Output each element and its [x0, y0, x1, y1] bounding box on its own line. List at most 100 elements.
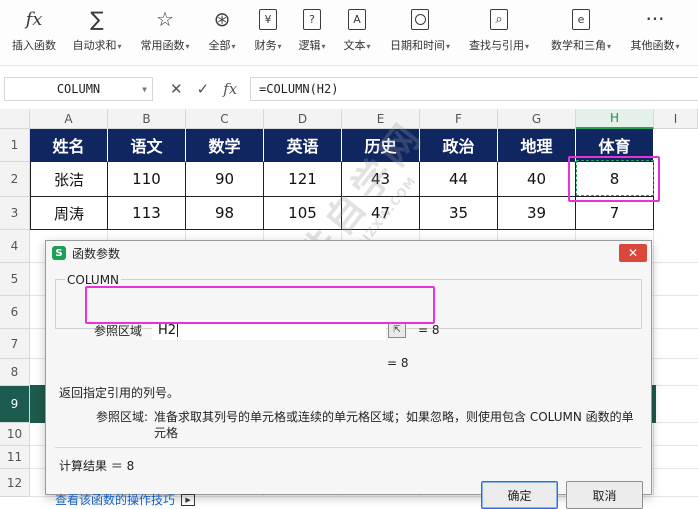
formula-result-preview: = 8 — [387, 356, 409, 370]
parameter-label: 参照区域: — [96, 410, 149, 424]
row-header-7[interactable]: 7 — [0, 329, 30, 359]
row-header-4[interactable]: 4 — [0, 230, 30, 263]
ribbon-label: 其他函数▾ — [630, 39, 680, 52]
ribbon-fx-button[interactable]: fx 插入函数 — [6, 4, 62, 62]
table-header-cell[interactable]: 英语 — [264, 129, 342, 162]
ribbon-text-a-button[interactable]: A 文本▾ — [339, 4, 375, 62]
table-header-cell[interactable]: 历史 — [342, 129, 420, 162]
highlight-box-h2 — [568, 156, 660, 202]
table-cell[interactable]: 105 — [264, 197, 342, 230]
name-box-value: COLUMN — [56, 82, 101, 96]
row-header-1[interactable]: 1 — [0, 129, 30, 162]
collapse-dialog-icon[interactable]: ⇱ — [388, 322, 406, 338]
row-header-8[interactable]: 8 — [0, 359, 30, 386]
fx-icon: fx — [25, 8, 43, 30]
table-cell[interactable]: 张洁 — [30, 162, 108, 197]
parameter-description: 参照区域: 准备求取其列号的单元格或连续的单元格区域；如果忽略，则使用包含 CO… — [96, 409, 636, 441]
table-cell[interactable]: 40 — [498, 162, 576, 197]
table-header-cell[interactable]: 地理 — [498, 129, 576, 162]
row-header-2[interactable]: 2 — [0, 162, 30, 197]
column-header-f[interactable]: F — [420, 109, 498, 129]
function-arguments-dialog: S 函数参数 ✕ COLUMN 参照区域 H2 ⇱ = 8 = 8 返回指定引用… — [45, 240, 652, 509]
name-box[interactable]: COLUMN ▼ — [4, 77, 153, 101]
select-all-corner[interactable] — [0, 109, 30, 129]
table-cell[interactable]: 44 — [420, 162, 498, 197]
all-functions-icon: ⊛ — [213, 7, 231, 31]
table-cell[interactable]: 90 — [186, 162, 264, 197]
ribbon-math-e-button[interactable]: e 数学和三角▾ — [544, 4, 618, 62]
formula-input[interactable]: =COLUMN(H2) — [250, 77, 698, 101]
row-header-5[interactable]: 5 — [0, 263, 30, 296]
sigma-icon: ∑ — [90, 7, 104, 31]
yen-icon: ¥ — [255, 4, 281, 34]
wps-logo-icon: S — [52, 246, 66, 260]
column-header-a[interactable]: A — [30, 109, 108, 129]
ribbon-all-functions-button[interactable]: ⊛ 全部▾ — [203, 4, 241, 62]
table-cell[interactable]: 35 — [420, 197, 498, 230]
star-icon: ☆ — [156, 7, 174, 31]
gridline — [653, 230, 654, 497]
question-icon: ? — [299, 4, 325, 34]
column-header-d[interactable]: D — [264, 109, 342, 129]
function-description: 返回指定引用的列号。 — [59, 386, 180, 400]
parameter-text: 准备求取其列号的单元格或连续的单元格区域；如果忽略，则使用包含 COLUMN 函… — [154, 410, 634, 440]
insert-function-fx-icon[interactable]: fx — [223, 80, 237, 98]
table-cell[interactable]: 113 — [108, 197, 186, 230]
row-header-10[interactable]: 10 — [0, 423, 30, 446]
column-header-e[interactable]: E — [342, 109, 420, 129]
ribbon-label: 全部▾ — [208, 39, 236, 52]
table-cell[interactable]: 43 — [342, 162, 420, 197]
column-header-c[interactable]: C — [186, 109, 264, 129]
confirm-check-icon[interactable]: ✓ — [197, 80, 210, 98]
table-cell[interactable]: 周涛 — [30, 197, 108, 230]
divider — [55, 447, 642, 448]
text-a-icon: A — [344, 4, 370, 34]
ribbon-question-button[interactable]: ? 逻辑▾ — [294, 4, 330, 62]
ribbon-label: 数学和三角▾ — [550, 39, 611, 52]
table-cell[interactable]: 39 — [498, 197, 576, 230]
row-header-6[interactable]: 6 — [0, 296, 30, 329]
formula-bar: COLUMN ▼ ✕ ✓ fx =COLUMN(H2) — [0, 77, 698, 101]
lookup-search-icon: ⌕ — [486, 4, 512, 34]
ribbon-toolbar: fx 插入函数 ∑ 自动求和▾ ☆ 常用函数▾ ⊛ 全部▾ ¥ 财务▾? 逻辑▾ A 文本▾ 日期和时间▾… — [0, 0, 698, 66]
row-header-9[interactable]: 9 — [0, 386, 30, 423]
table-header-cell[interactable]: 政治 — [420, 129, 498, 162]
name-box-dropdown-icon[interactable]: ▼ — [142, 85, 147, 94]
ribbon-label: 财务▾ — [254, 39, 282, 52]
ribbon-star-button[interactable]: ☆ 常用函数▾ — [136, 4, 194, 62]
reference-input-value: H2 — [158, 322, 177, 338]
ribbon-label: 查找与引用▾ — [468, 39, 529, 52]
function-tips-link[interactable]: 查看该函数的操作技巧 ▶ — [55, 491, 196, 508]
row-header-3[interactable]: 3 — [0, 197, 30, 230]
table-header-cell[interactable]: 数学 — [186, 129, 264, 162]
math-e-icon: e — [568, 4, 594, 34]
ribbon-label: 日期和时间▾ — [389, 39, 450, 52]
cancel-x-icon[interactable]: ✕ — [170, 80, 183, 98]
table-cell[interactable]: 98 — [186, 197, 264, 230]
close-icon[interactable]: ✕ — [619, 244, 647, 262]
table-cell[interactable]: 121 — [264, 162, 342, 197]
dialog-titlebar[interactable]: S 函数参数 ✕ — [46, 241, 651, 265]
column-header-i[interactable]: I — [654, 109, 698, 129]
ribbon-yen-button[interactable]: ¥ 财务▾ — [250, 4, 286, 62]
row-header-12[interactable]: 12 — [0, 469, 30, 497]
dialog-title: 函数参数 — [72, 246, 121, 261]
highlight-box-argument — [85, 286, 435, 324]
ribbon-label: 逻辑▾ — [298, 39, 326, 52]
row-header-11[interactable]: 11 — [0, 446, 30, 469]
column-header-g[interactable]: G — [498, 109, 576, 129]
ribbon-more-dots-button[interactable]: ··· 其他函数▾ — [626, 4, 684, 62]
table-header-cell[interactable]: 语文 — [108, 129, 186, 162]
table-cell[interactable]: 47 — [342, 197, 420, 230]
ribbon-label: 自动求和▾ — [72, 39, 122, 52]
table-cell[interactable]: 110 — [108, 162, 186, 197]
ribbon-clock-button[interactable]: 日期和时间▾ — [383, 4, 457, 62]
ribbon-lookup-search-button[interactable]: ⌕ 查找与引用▾ — [462, 4, 536, 62]
ok-button[interactable]: 确定 — [481, 481, 558, 509]
ribbon-sigma-button[interactable]: ∑ 自动求和▾ — [66, 4, 128, 62]
table-header-cell[interactable]: 姓名 — [30, 129, 108, 162]
cancel-button[interactable]: 取消 — [566, 481, 643, 509]
column-header-h[interactable]: H — [576, 109, 654, 129]
video-play-icon[interactable]: ▶ — [181, 493, 196, 506]
column-header-b[interactable]: B — [108, 109, 186, 129]
